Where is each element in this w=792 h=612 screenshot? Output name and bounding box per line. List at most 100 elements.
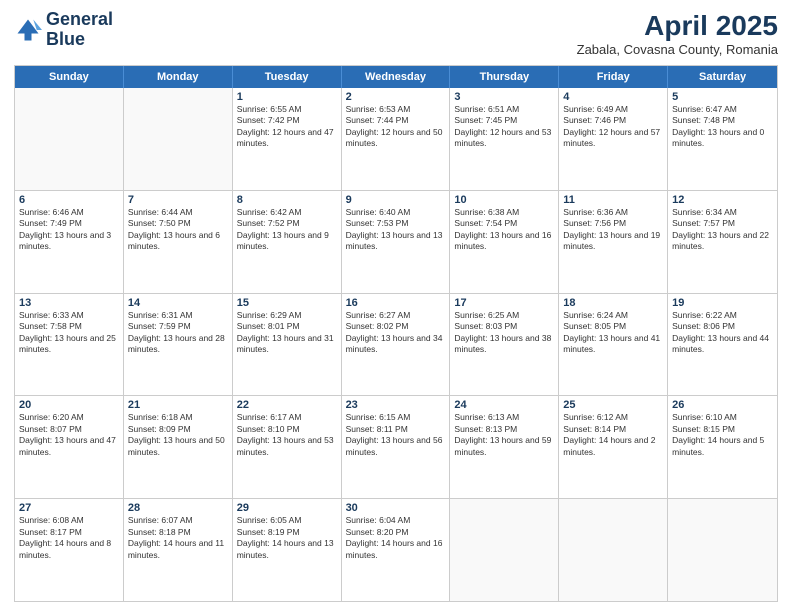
day-number: 2 — [346, 91, 446, 103]
calendar-row-0: 1Sunrise: 6:55 AM Sunset: 7:42 PM Daylig… — [15, 88, 777, 191]
cell-details: Sunrise: 6:36 AM Sunset: 7:56 PM Dayligh… — [563, 207, 663, 253]
day-number: 15 — [237, 297, 337, 309]
calendar-cell-30: 30Sunrise: 6:04 AM Sunset: 8:20 PM Dayli… — [342, 499, 451, 601]
cell-details: Sunrise: 6:53 AM Sunset: 7:44 PM Dayligh… — [346, 104, 446, 150]
day-number: 23 — [346, 399, 446, 411]
cell-details: Sunrise: 6:27 AM Sunset: 8:02 PM Dayligh… — [346, 310, 446, 356]
cell-details: Sunrise: 6:20 AM Sunset: 8:07 PM Dayligh… — [19, 412, 119, 458]
cell-details: Sunrise: 6:13 AM Sunset: 8:13 PM Dayligh… — [454, 412, 554, 458]
calendar-cell-3: 3Sunrise: 6:51 AM Sunset: 7:45 PM Daylig… — [450, 88, 559, 190]
cell-details: Sunrise: 6:42 AM Sunset: 7:52 PM Dayligh… — [237, 207, 337, 253]
cell-details: Sunrise: 6:05 AM Sunset: 8:19 PM Dayligh… — [237, 515, 337, 561]
day-number: 6 — [19, 194, 119, 206]
calendar-header: SundayMondayTuesdayWednesdayThursdayFrid… — [15, 66, 777, 88]
day-number: 9 — [346, 194, 446, 206]
calendar: SundayMondayTuesdayWednesdayThursdayFrid… — [14, 65, 778, 602]
logo-line2: Blue — [46, 30, 113, 50]
weekday-header-thursday: Thursday — [450, 66, 559, 88]
cell-details: Sunrise: 6:12 AM Sunset: 8:14 PM Dayligh… — [563, 412, 663, 458]
day-number: 12 — [672, 194, 773, 206]
cell-details: Sunrise: 6:34 AM Sunset: 7:57 PM Dayligh… — [672, 207, 773, 253]
calendar-cell-empty-0-0 — [15, 88, 124, 190]
subtitle: Zabala, Covasna County, Romania — [577, 42, 778, 57]
day-number: 20 — [19, 399, 119, 411]
logo-line1: General — [46, 10, 113, 30]
calendar-cell-9: 9Sunrise: 6:40 AM Sunset: 7:53 PM Daylig… — [342, 191, 451, 293]
day-number: 18 — [563, 297, 663, 309]
calendar-cell-11: 11Sunrise: 6:36 AM Sunset: 7:56 PM Dayli… — [559, 191, 668, 293]
calendar-cell-16: 16Sunrise: 6:27 AM Sunset: 8:02 PM Dayli… — [342, 294, 451, 396]
day-number: 21 — [128, 399, 228, 411]
weekday-header-saturday: Saturday — [668, 66, 777, 88]
calendar-cell-15: 15Sunrise: 6:29 AM Sunset: 8:01 PM Dayli… — [233, 294, 342, 396]
day-number: 22 — [237, 399, 337, 411]
day-number: 28 — [128, 502, 228, 514]
day-number: 13 — [19, 297, 119, 309]
calendar-cell-26: 26Sunrise: 6:10 AM Sunset: 8:15 PM Dayli… — [668, 396, 777, 498]
cell-details: Sunrise: 6:46 AM Sunset: 7:49 PM Dayligh… — [19, 207, 119, 253]
calendar-cell-2: 2Sunrise: 6:53 AM Sunset: 7:44 PM Daylig… — [342, 88, 451, 190]
day-number: 11 — [563, 194, 663, 206]
cell-details: Sunrise: 6:38 AM Sunset: 7:54 PM Dayligh… — [454, 207, 554, 253]
logo-icon — [14, 16, 42, 44]
day-number: 14 — [128, 297, 228, 309]
cell-details: Sunrise: 6:24 AM Sunset: 8:05 PM Dayligh… — [563, 310, 663, 356]
cell-details: Sunrise: 6:29 AM Sunset: 8:01 PM Dayligh… — [237, 310, 337, 356]
day-number: 5 — [672, 91, 773, 103]
header: General Blue April 2025 Zabala, Covasna … — [14, 10, 778, 57]
day-number: 30 — [346, 502, 446, 514]
calendar-cell-17: 17Sunrise: 6:25 AM Sunset: 8:03 PM Dayli… — [450, 294, 559, 396]
calendar-cell-28: 28Sunrise: 6:07 AM Sunset: 8:18 PM Dayli… — [124, 499, 233, 601]
calendar-cell-5: 5Sunrise: 6:47 AM Sunset: 7:48 PM Daylig… — [668, 88, 777, 190]
cell-details: Sunrise: 6:47 AM Sunset: 7:48 PM Dayligh… — [672, 104, 773, 150]
calendar-cell-6: 6Sunrise: 6:46 AM Sunset: 7:49 PM Daylig… — [15, 191, 124, 293]
calendar-cell-empty-4-6 — [668, 499, 777, 601]
calendar-row-2: 13Sunrise: 6:33 AM Sunset: 7:58 PM Dayli… — [15, 294, 777, 397]
cell-details: Sunrise: 6:15 AM Sunset: 8:11 PM Dayligh… — [346, 412, 446, 458]
page: General Blue April 2025 Zabala, Covasna … — [0, 0, 792, 612]
logo-text: General Blue — [46, 10, 113, 50]
calendar-body: 1Sunrise: 6:55 AM Sunset: 7:42 PM Daylig… — [15, 88, 777, 601]
calendar-cell-21: 21Sunrise: 6:18 AM Sunset: 8:09 PM Dayli… — [124, 396, 233, 498]
weekday-header-friday: Friday — [559, 66, 668, 88]
calendar-row-3: 20Sunrise: 6:20 AM Sunset: 8:07 PM Dayli… — [15, 396, 777, 499]
cell-details: Sunrise: 6:31 AM Sunset: 7:59 PM Dayligh… — [128, 310, 228, 356]
calendar-cell-25: 25Sunrise: 6:12 AM Sunset: 8:14 PM Dayli… — [559, 396, 668, 498]
weekday-header-wednesday: Wednesday — [342, 66, 451, 88]
main-title: April 2025 — [577, 10, 778, 42]
calendar-cell-29: 29Sunrise: 6:05 AM Sunset: 8:19 PM Dayli… — [233, 499, 342, 601]
day-number: 4 — [563, 91, 663, 103]
cell-details: Sunrise: 6:04 AM Sunset: 8:20 PM Dayligh… — [346, 515, 446, 561]
calendar-cell-19: 19Sunrise: 6:22 AM Sunset: 8:06 PM Dayli… — [668, 294, 777, 396]
day-number: 1 — [237, 91, 337, 103]
calendar-cell-4: 4Sunrise: 6:49 AM Sunset: 7:46 PM Daylig… — [559, 88, 668, 190]
calendar-row-1: 6Sunrise: 6:46 AM Sunset: 7:49 PM Daylig… — [15, 191, 777, 294]
cell-details: Sunrise: 6:22 AM Sunset: 8:06 PM Dayligh… — [672, 310, 773, 356]
title-area: April 2025 Zabala, Covasna County, Roman… — [577, 10, 778, 57]
day-number: 7 — [128, 194, 228, 206]
calendar-cell-18: 18Sunrise: 6:24 AM Sunset: 8:05 PM Dayli… — [559, 294, 668, 396]
day-number: 24 — [454, 399, 554, 411]
logo: General Blue — [14, 10, 113, 50]
calendar-row-4: 27Sunrise: 6:08 AM Sunset: 8:17 PM Dayli… — [15, 499, 777, 601]
cell-details: Sunrise: 6:07 AM Sunset: 8:18 PM Dayligh… — [128, 515, 228, 561]
calendar-cell-24: 24Sunrise: 6:13 AM Sunset: 8:13 PM Dayli… — [450, 396, 559, 498]
cell-details: Sunrise: 6:25 AM Sunset: 8:03 PM Dayligh… — [454, 310, 554, 356]
calendar-cell-empty-4-4 — [450, 499, 559, 601]
day-number: 17 — [454, 297, 554, 309]
weekday-header-monday: Monday — [124, 66, 233, 88]
day-number: 25 — [563, 399, 663, 411]
calendar-cell-empty-4-5 — [559, 499, 668, 601]
cell-details: Sunrise: 6:55 AM Sunset: 7:42 PM Dayligh… — [237, 104, 337, 150]
day-number: 16 — [346, 297, 446, 309]
cell-details: Sunrise: 6:18 AM Sunset: 8:09 PM Dayligh… — [128, 412, 228, 458]
weekday-header-tuesday: Tuesday — [233, 66, 342, 88]
calendar-cell-20: 20Sunrise: 6:20 AM Sunset: 8:07 PM Dayli… — [15, 396, 124, 498]
day-number: 29 — [237, 502, 337, 514]
cell-details: Sunrise: 6:33 AM Sunset: 7:58 PM Dayligh… — [19, 310, 119, 356]
day-number: 26 — [672, 399, 773, 411]
day-number: 3 — [454, 91, 554, 103]
cell-details: Sunrise: 6:10 AM Sunset: 8:15 PM Dayligh… — [672, 412, 773, 458]
calendar-cell-14: 14Sunrise: 6:31 AM Sunset: 7:59 PM Dayli… — [124, 294, 233, 396]
calendar-cell-7: 7Sunrise: 6:44 AM Sunset: 7:50 PM Daylig… — [124, 191, 233, 293]
